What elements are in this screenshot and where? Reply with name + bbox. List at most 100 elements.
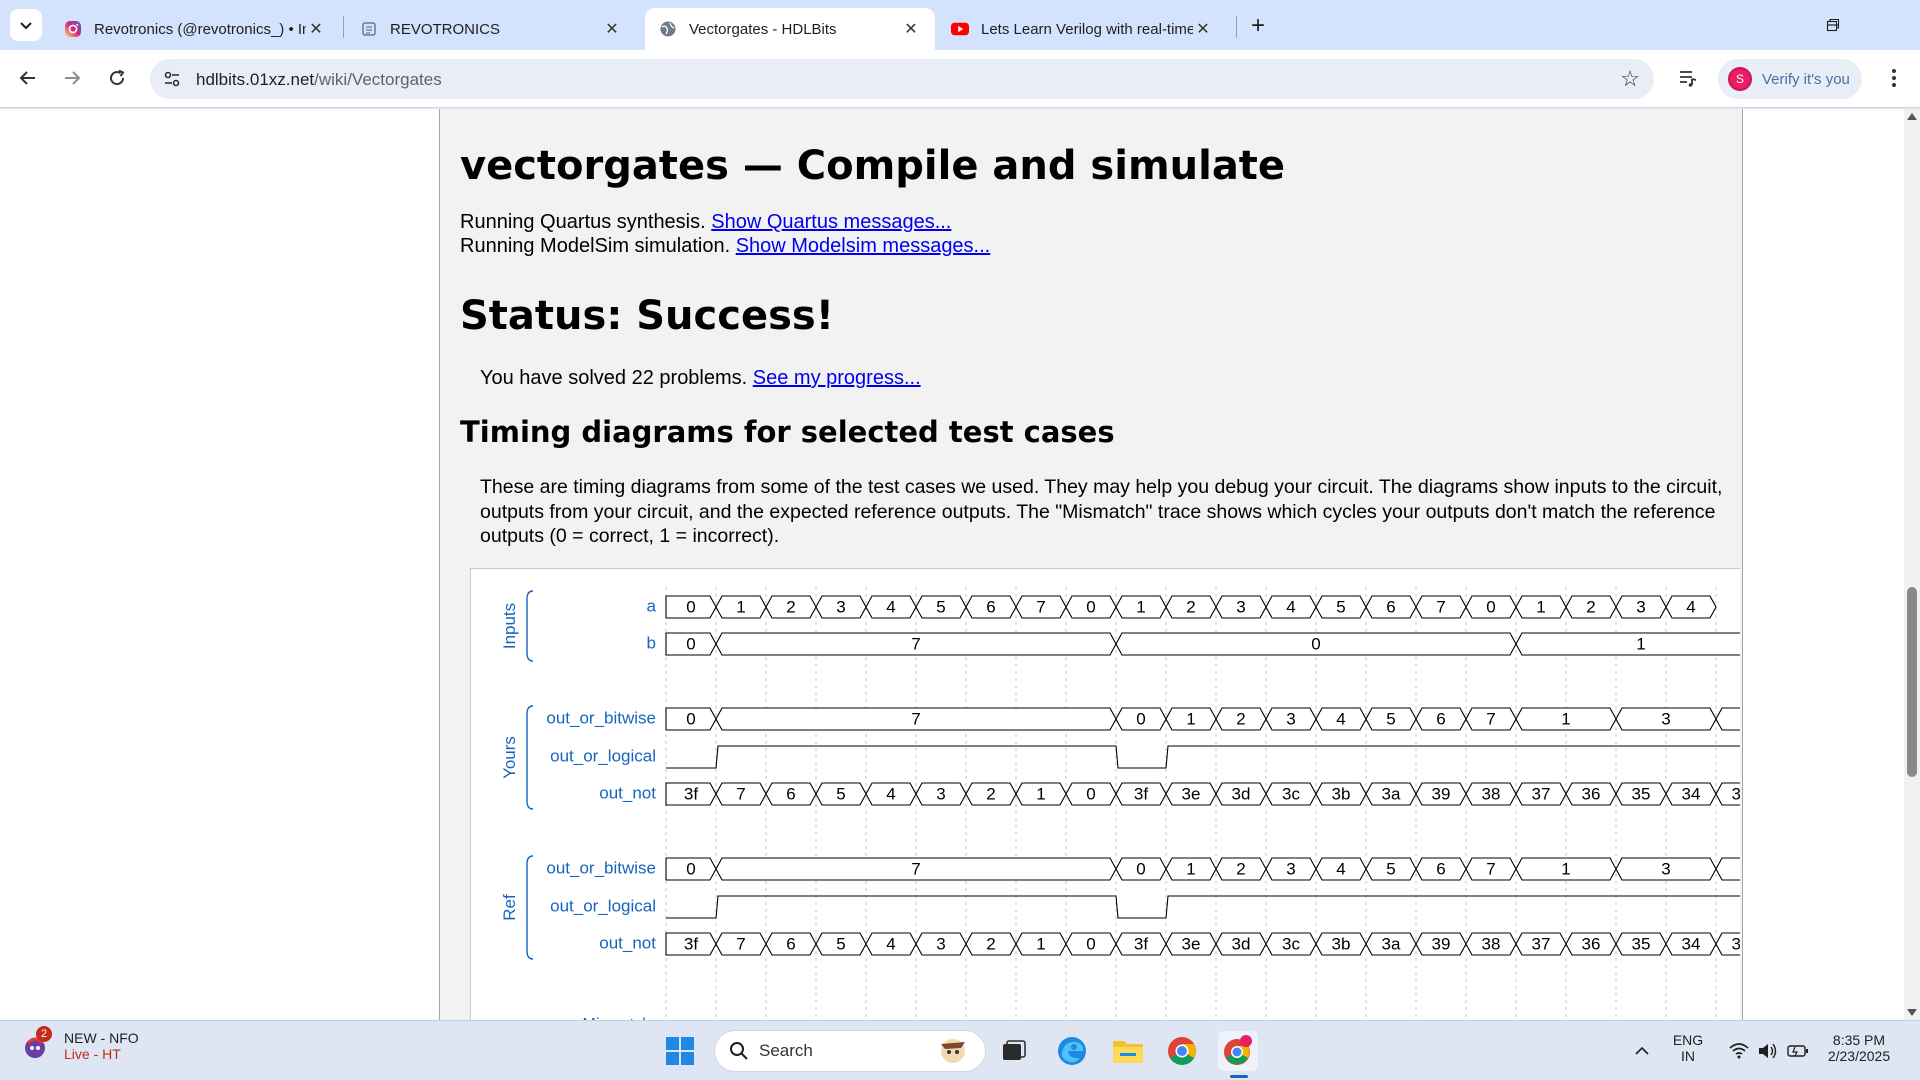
ref-out-or-bitwise-value: 0 bbox=[686, 859, 695, 878]
ref-out-not-value: 38 bbox=[1482, 934, 1501, 953]
signal-a-value: 5 bbox=[1336, 597, 1345, 616]
signal-a-value: 7 bbox=[1436, 597, 1445, 616]
tab-title: Vectorgates - HDLBits bbox=[689, 20, 837, 38]
tab-search-button[interactable] bbox=[10, 9, 42, 41]
ref-out-not-value: 3e bbox=[1182, 934, 1201, 953]
ref-out-not-value: 3b bbox=[1332, 934, 1351, 953]
quartus-text: Running Quartus synthesis. bbox=[460, 211, 712, 233]
yours-out-or-bitwise-value: 0 bbox=[686, 709, 695, 728]
bookmark-star-icon[interactable]: ☆ bbox=[1620, 66, 1640, 92]
modelsim-messages-link[interactable]: Show Modelsim messages... bbox=[736, 235, 991, 257]
scroll-down-arrow[interactable] bbox=[1907, 1009, 1917, 1016]
edge-app[interactable] bbox=[1052, 1031, 1092, 1071]
progress-link[interactable]: See my progress... bbox=[753, 367, 921, 389]
page-title: vectorgates — Compile and simulate bbox=[460, 143, 1286, 189]
yours-out-not-value: 3b bbox=[1332, 784, 1351, 803]
scroll-thumb[interactable] bbox=[1907, 587, 1917, 777]
globe-icon bbox=[659, 20, 677, 38]
yours-out-not-value: 3a bbox=[1382, 784, 1401, 803]
news-subtitle: Live - HT bbox=[64, 1046, 121, 1062]
yours-out-not-value: 34 bbox=[1682, 784, 1701, 803]
quartus-messages-link[interactable]: Show Quartus messages... bbox=[711, 211, 951, 233]
profile-verify-button[interactable]: S Verify it's you bbox=[1718, 59, 1862, 99]
site-info-icon[interactable] bbox=[162, 69, 182, 89]
tab-separator bbox=[343, 16, 344, 38]
media-control-button[interactable] bbox=[1672, 62, 1704, 94]
forward-button[interactable] bbox=[56, 62, 88, 94]
wifi-icon bbox=[1729, 1043, 1749, 1059]
yours-out-not-value: 3 bbox=[936, 784, 945, 803]
group-yours-brace bbox=[526, 705, 534, 810]
ref-out-not-value: 1 bbox=[1036, 934, 1045, 953]
clock[interactable]: 8:35 PM 2/23/2025 bbox=[1818, 1032, 1900, 1064]
close-icon[interactable]: ✕ bbox=[602, 19, 622, 39]
ref-out-not-value: 3f bbox=[684, 934, 698, 953]
yours-out-not-value: 1 bbox=[1036, 784, 1045, 803]
ref-out-not-value: 33 bbox=[1732, 934, 1740, 953]
signal-a-value: 0 bbox=[686, 597, 695, 616]
page-scrollbar[interactable] bbox=[1904, 109, 1920, 1020]
timing-heading: Timing diagrams for selected test cases bbox=[460, 415, 1115, 449]
system-tray-button[interactable] bbox=[1724, 1031, 1814, 1071]
ref-out-not-value: 35 bbox=[1632, 934, 1651, 953]
address-bar[interactable]: hdlbits.01xz.net/wiki/Vectorgates ☆ bbox=[150, 59, 1654, 99]
arrow-left-icon bbox=[19, 71, 35, 85]
signal-b-value: 1 bbox=[1636, 634, 1645, 653]
ref-out-not-value: 39 bbox=[1432, 934, 1451, 953]
yours-out-or-bitwise-value: 2 bbox=[1236, 709, 1245, 728]
back-button[interactable] bbox=[12, 62, 44, 94]
windows-start-icon bbox=[666, 1037, 694, 1065]
tab-instagram[interactable]: Revotronics (@revotronics_) • Instagram … bbox=[50, 8, 340, 50]
ref-out-or-bitwise-value: 4 bbox=[1336, 859, 1345, 878]
reload-button[interactable] bbox=[101, 62, 133, 94]
show-hidden-icons-button[interactable] bbox=[1622, 1031, 1662, 1071]
close-icon[interactable]: ✕ bbox=[901, 19, 921, 39]
ref-out-not-value: 3 bbox=[936, 934, 945, 953]
reload-icon bbox=[110, 69, 125, 86]
file-explorer-app[interactable] bbox=[1108, 1031, 1148, 1071]
signal-label-b: b bbox=[647, 633, 656, 652]
signal-a-value: 0 bbox=[1486, 597, 1495, 616]
yours-out-or-logical-trace bbox=[666, 745, 1740, 769]
restore-button[interactable] bbox=[1813, 10, 1853, 40]
signal-a-value: 7 bbox=[1036, 597, 1045, 616]
yours-out-not-value: 0 bbox=[1086, 784, 1095, 803]
browser-menu-button[interactable] bbox=[1878, 62, 1910, 94]
new-tab-button[interactable]: + bbox=[1244, 12, 1272, 40]
ref-out-not-value: 3f bbox=[1134, 934, 1148, 953]
yours-out-not-value: 4 bbox=[886, 784, 895, 803]
tab-hdlbits[interactable]: Vectorgates - HDLBits ✕ bbox=[645, 8, 935, 50]
scroll-up-arrow[interactable] bbox=[1907, 113, 1917, 120]
close-icon[interactable]: ✕ bbox=[1193, 19, 1213, 39]
signal-label-out-or-bitwise: out_or_bitwise bbox=[546, 708, 656, 727]
signal-a-value: 1 bbox=[1536, 597, 1545, 616]
signal-a-value: 2 bbox=[786, 597, 795, 616]
chrome-profile-app[interactable] bbox=[1218, 1031, 1258, 1071]
close-icon[interactable]: ✕ bbox=[306, 19, 326, 39]
tab-youtube[interactable]: Lets Learn Verilog with real-time ✕ bbox=[937, 8, 1227, 50]
yours-out-or-bitwise-value: 3 bbox=[1286, 709, 1295, 728]
tab-revotronics[interactable]: REVOTRONICS ✕ bbox=[346, 8, 636, 50]
ref-out-or-bitwise-value: 0 bbox=[1136, 859, 1145, 878]
yours-out-or-bitwise-value: 7 bbox=[911, 709, 920, 728]
signal-label-a: a bbox=[647, 596, 657, 615]
chrome-app[interactable] bbox=[1162, 1031, 1202, 1071]
group-inputs-label: Inputs bbox=[500, 603, 519, 649]
task-view-button[interactable] bbox=[994, 1031, 1034, 1071]
start-button[interactable] bbox=[660, 1031, 700, 1071]
yours-out-not-value: 38 bbox=[1482, 784, 1501, 803]
ref-out-not-value: 6 bbox=[786, 934, 795, 953]
signal-a-value: 5 bbox=[936, 597, 945, 616]
active-app-indicator bbox=[1230, 1075, 1248, 1078]
taskbar-search[interactable]: Search bbox=[714, 1030, 986, 1072]
language-indicator[interactable]: ENG IN bbox=[1666, 1032, 1710, 1064]
page-viewport: vectorgates — Compile and simulate Runni… bbox=[0, 109, 1904, 1020]
ref-out-or-logical-trace bbox=[666, 895, 1740, 919]
signal-a-value: 6 bbox=[986, 597, 995, 616]
news-widget[interactable]: 2 NEW - NFO Live - HT bbox=[22, 1026, 139, 1062]
yours-out-or-bitwise-value: 7 bbox=[1486, 709, 1495, 728]
solved-line: You have solved 22 problems. See my prog… bbox=[480, 367, 921, 390]
yours-out-not-value: 3d bbox=[1232, 784, 1251, 803]
ref-out-or-bitwise-value: 1 bbox=[1186, 859, 1195, 878]
quartus-line: Running Quartus synthesis. Show Quartus … bbox=[460, 211, 951, 234]
